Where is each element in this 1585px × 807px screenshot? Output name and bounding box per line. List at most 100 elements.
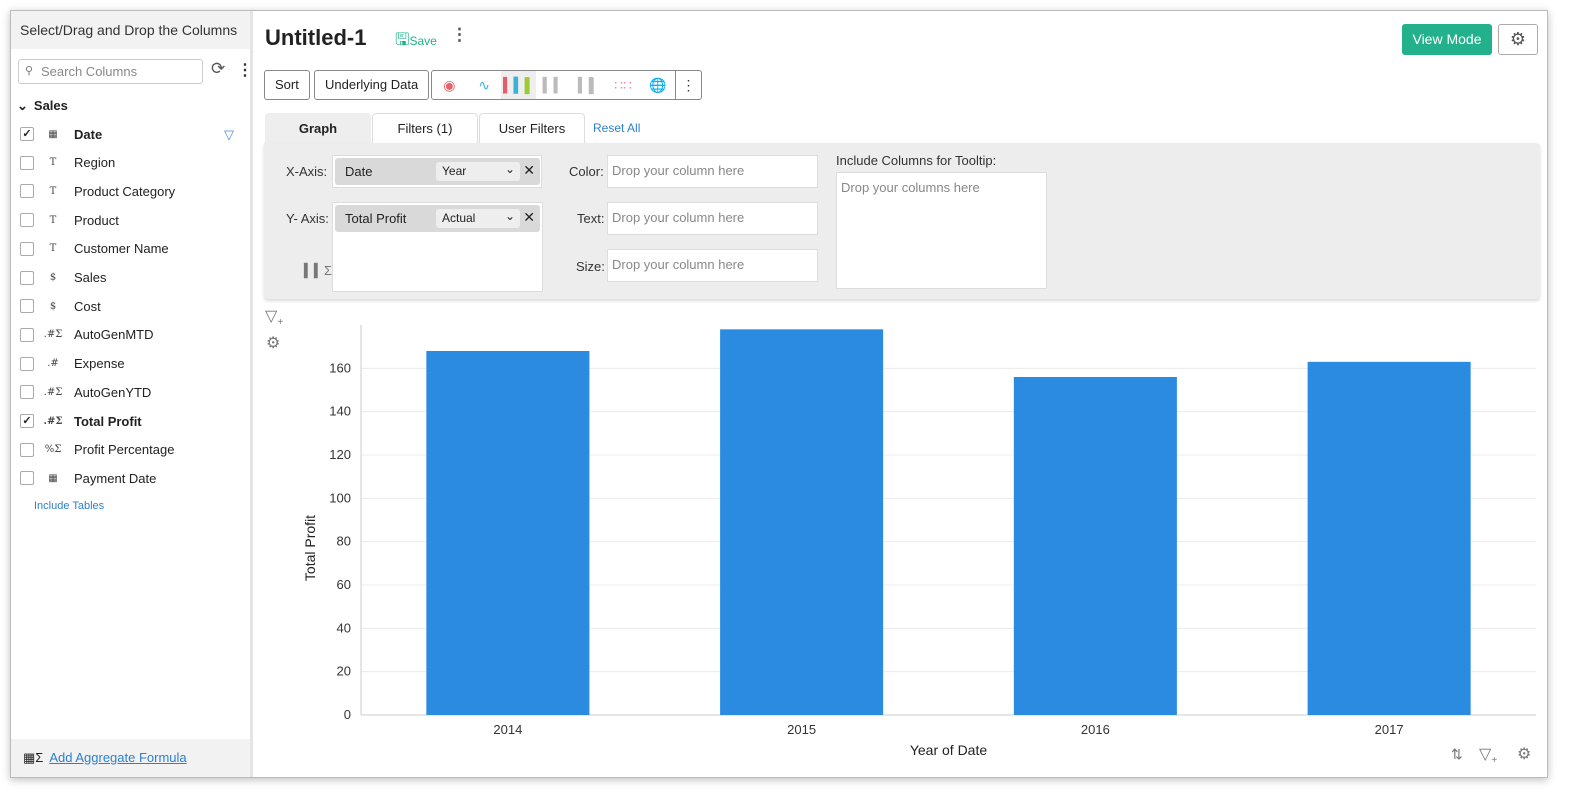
column-item[interactable]: T Region xyxy=(20,153,115,173)
x-axis-shelf[interactable]: Date Year ⌄ ✕ xyxy=(332,155,542,188)
y-axis-pill[interactable]: Total Profit Actual ⌄ ✕ xyxy=(335,205,540,232)
x-axis-aggregation-select[interactable]: Year ⌄ xyxy=(436,162,520,181)
settings-gear-icon[interactable]: ⚙ xyxy=(1498,24,1538,55)
checkbox[interactable] xyxy=(20,155,34,170)
more-options-icon[interactable]: ⋮ xyxy=(237,60,253,80)
x-tick-label: 2016 xyxy=(1081,722,1110,737)
search-columns-input[interactable]: ⚲ Search Columns xyxy=(18,59,203,84)
column-item[interactable]: ✓ ▦ Date xyxy=(20,124,102,144)
save-button[interactable]: 🖫Save xyxy=(395,27,437,56)
checkbox[interactable]: ✓ xyxy=(20,127,34,141)
column-item[interactable]: %Σ Profit Percentage xyxy=(20,440,174,460)
tab-user-filters[interactable]: User Filters xyxy=(479,113,585,144)
bar-2015 xyxy=(720,329,884,715)
text-type-icon: T xyxy=(49,185,57,197)
filter-icon[interactable]: ▽ xyxy=(224,127,234,143)
text-drop-field[interactable]: Drop your column here xyxy=(607,202,818,235)
y-tick-label: 60 xyxy=(337,577,351,592)
column-item[interactable]: ✓ .#Σ Total Profit xyxy=(20,411,142,431)
page-title[interactable]: Untitled-1 xyxy=(265,25,366,51)
add-aggregate-formula-link[interactable]: Add Aggregate Formula xyxy=(49,750,186,765)
column-label: Expense xyxy=(74,356,125,372)
bar-chart-icon[interactable]: ▍▍▌ xyxy=(501,71,537,99)
title-more-icon[interactable]: ⋮ xyxy=(451,25,468,45)
app-window: Select/Drag and Drop the Columns ⚲ Search… xyxy=(10,10,1548,778)
tab-filters[interactable]: Filters (1) xyxy=(372,113,478,144)
aggregate-number-type-icon: .#Σ xyxy=(43,415,63,427)
tab-graph[interactable]: Graph xyxy=(265,113,371,144)
reset-all-link[interactable]: Reset All xyxy=(593,121,640,135)
checkbox[interactable] xyxy=(20,270,34,285)
include-tables-link[interactable]: Include Tables xyxy=(34,500,104,512)
sidebar-header: Select/Drag and Drop the Columns xyxy=(11,11,250,49)
bottom-settings-icon[interactable]: ⚙ xyxy=(1517,744,1531,764)
pie-chart-icon[interactable]: ◉ xyxy=(432,71,467,99)
column-item[interactable]: $ Cost xyxy=(20,296,101,316)
y-axis-aggregation-select[interactable]: Actual ⌄ xyxy=(436,209,520,228)
remove-icon[interactable]: ✕ xyxy=(523,209,535,226)
x-tick-label: 2017 xyxy=(1375,722,1404,737)
checkbox[interactable] xyxy=(20,327,34,342)
tab-bar: Graph Filters (1) User Filters xyxy=(265,113,586,144)
column-item[interactable]: T Product Category xyxy=(20,181,175,201)
map-chart-icon[interactable]: 🌐 xyxy=(640,71,675,99)
y-tick-label: 40 xyxy=(337,620,351,635)
checkbox[interactable] xyxy=(20,299,34,314)
tooltip-drop-field[interactable]: Drop your columns here xyxy=(836,172,1047,289)
column-item[interactable]: .#Σ AutoGenYTD xyxy=(20,382,151,402)
filter-plus-icon[interactable]: ▽+ xyxy=(1479,744,1497,766)
column-sidebar: Select/Drag and Drop the Columns ⚲ Search… xyxy=(11,11,253,777)
column-item[interactable]: T Customer Name xyxy=(20,239,169,259)
checkbox[interactable] xyxy=(20,442,34,457)
line-chart-icon[interactable]: ∿ xyxy=(467,71,502,99)
aggregate-number-type-icon: .#Σ xyxy=(43,386,63,398)
chevron-down-icon: ⌄ xyxy=(504,162,515,176)
scatter-chart-icon[interactable]: ∷∷ xyxy=(606,71,641,99)
y-axis-label: Y- Axis: xyxy=(286,211,329,226)
save-icon: 🖫 xyxy=(395,30,410,49)
refresh-icon[interactable]: ⟳ xyxy=(211,59,225,79)
checkbox[interactable] xyxy=(20,471,34,486)
size-drop-field[interactable]: Drop your column here xyxy=(607,249,818,282)
column-label: Customer Name xyxy=(74,241,169,257)
measure-icon[interactable]: ▍▍Σ xyxy=(304,263,332,279)
checkbox[interactable] xyxy=(20,213,34,228)
sort-button[interactable]: Sort xyxy=(264,70,310,100)
underlying-data-button[interactable]: Underlying Data xyxy=(314,70,430,100)
size-label: Size: xyxy=(576,259,605,274)
checkbox[interactable] xyxy=(20,241,34,256)
more-chart-types-icon[interactable]: ⋮ xyxy=(675,71,701,99)
checkbox[interactable] xyxy=(20,356,34,371)
number-type-icon: .# xyxy=(47,358,59,370)
checkbox[interactable] xyxy=(20,184,34,199)
checkbox[interactable] xyxy=(20,385,34,400)
remove-icon[interactable]: ✕ xyxy=(523,162,535,179)
graph-shelf-panel: X-Axis: Date Year ⌄ ✕ Y- Axis: ▍▍Σ Total … xyxy=(264,143,1540,299)
column-item[interactable]: ▦ Payment Date xyxy=(20,468,156,488)
group-label: Sales xyxy=(33,98,68,113)
x-tick-label: 2015 xyxy=(787,722,816,737)
column-item[interactable]: .# Expense xyxy=(20,354,125,374)
waterfall-chart-icon[interactable]: ▍▌ xyxy=(571,71,606,99)
column-item[interactable]: $ Sales xyxy=(20,268,107,288)
aggregate-number-type-icon: .#Σ xyxy=(43,329,63,341)
color-drop-field[interactable]: Drop your column here xyxy=(607,155,818,188)
column-label: Cost xyxy=(74,298,101,314)
x-axis-pill[interactable]: Date Year ⌄ ✕ xyxy=(335,158,540,185)
table-group-sales[interactable]: ⌄ Sales xyxy=(17,98,74,114)
chevron-down-icon: ⌄ xyxy=(17,98,28,113)
pill-column: Date xyxy=(345,164,373,179)
bar-2016 xyxy=(1013,377,1177,715)
column-label: Product xyxy=(74,212,119,228)
bar-chart: 0 20 40 60 80 100 120 140 160 2014 2015 2016 2017 Yea… xyxy=(302,325,1536,758)
y-axis-shelf[interactable]: Total Profit Actual ⌄ ✕ xyxy=(332,202,543,292)
stacked-bar-icon[interactable]: ▍▍ xyxy=(536,71,571,99)
select-value: Actual xyxy=(442,211,476,225)
pill-column: Total Profit xyxy=(345,211,407,226)
view-mode-button[interactable]: View Mode xyxy=(1402,24,1492,55)
checkbox[interactable]: ✓ xyxy=(20,414,34,428)
column-item[interactable]: T Product xyxy=(20,210,119,230)
column-item[interactable]: .#Σ AutoGenMTD xyxy=(20,325,153,345)
color-label: Color: xyxy=(569,164,604,179)
sort-az-icon[interactable]: ⇅ xyxy=(1451,746,1463,763)
